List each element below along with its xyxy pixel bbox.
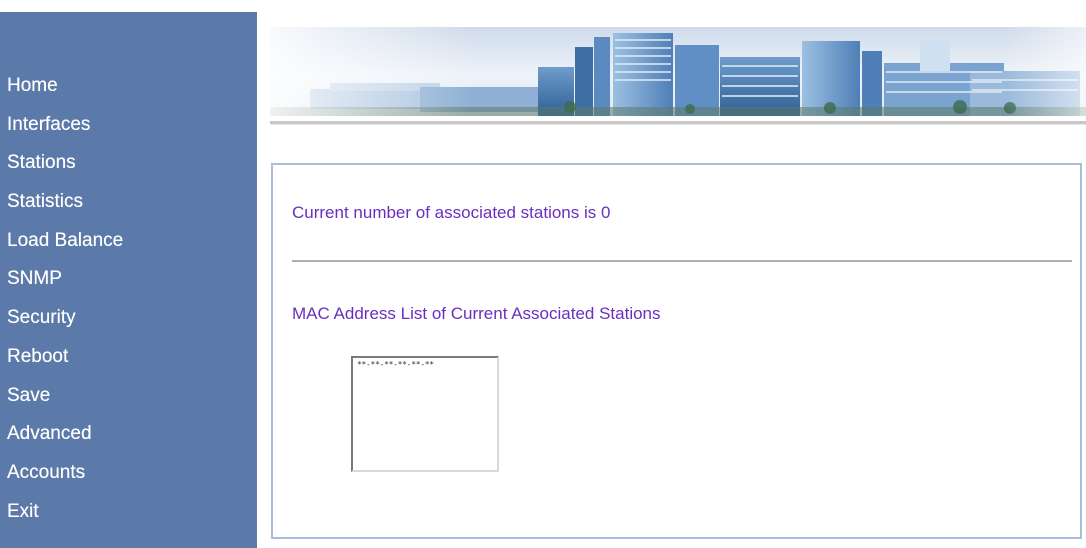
sidebar-menu: Home Interfaces Stations Statistics Load… [7,76,123,540]
stations-panel: Current number of associated stations is… [271,163,1082,539]
sidebar-item-snmp[interactable]: SNMP [7,269,123,308]
mac-list-option[interactable]: **-**-**-**-**-** [357,360,493,369]
mac-list-title: MAC Address List of Current Associated S… [292,304,661,323]
mac-address-listbox[interactable]: **-**-**-**-**-** [351,356,499,472]
associated-count-text: Current number of associated stations is… [292,203,611,222]
sidebar: Home Interfaces Stations Statistics Load… [0,12,257,548]
sidebar-item-home[interactable]: Home [7,76,123,115]
sidebar-item-stations[interactable]: Stations [7,153,123,192]
sidebar-item-interfaces[interactable]: Interfaces [7,114,123,154]
banner-divider [270,121,1086,125]
sidebar-item-load-balance[interactable]: Load Balance [7,230,123,270]
sidebar-item-reboot[interactable]: Reboot [7,346,123,386]
panel-divider [292,260,1072,262]
sidebar-item-save[interactable]: Save [7,385,123,425]
building-skyline-image [270,27,1086,116]
sidebar-item-advanced[interactable]: Advanced [7,424,123,463]
sidebar-item-statistics[interactable]: Statistics [7,192,123,231]
sidebar-item-security[interactable]: Security [7,308,123,347]
sidebar-item-exit[interactable]: Exit [7,501,123,541]
building-skyline-banner [270,27,1086,116]
sidebar-item-accounts[interactable]: Accounts [7,462,123,502]
